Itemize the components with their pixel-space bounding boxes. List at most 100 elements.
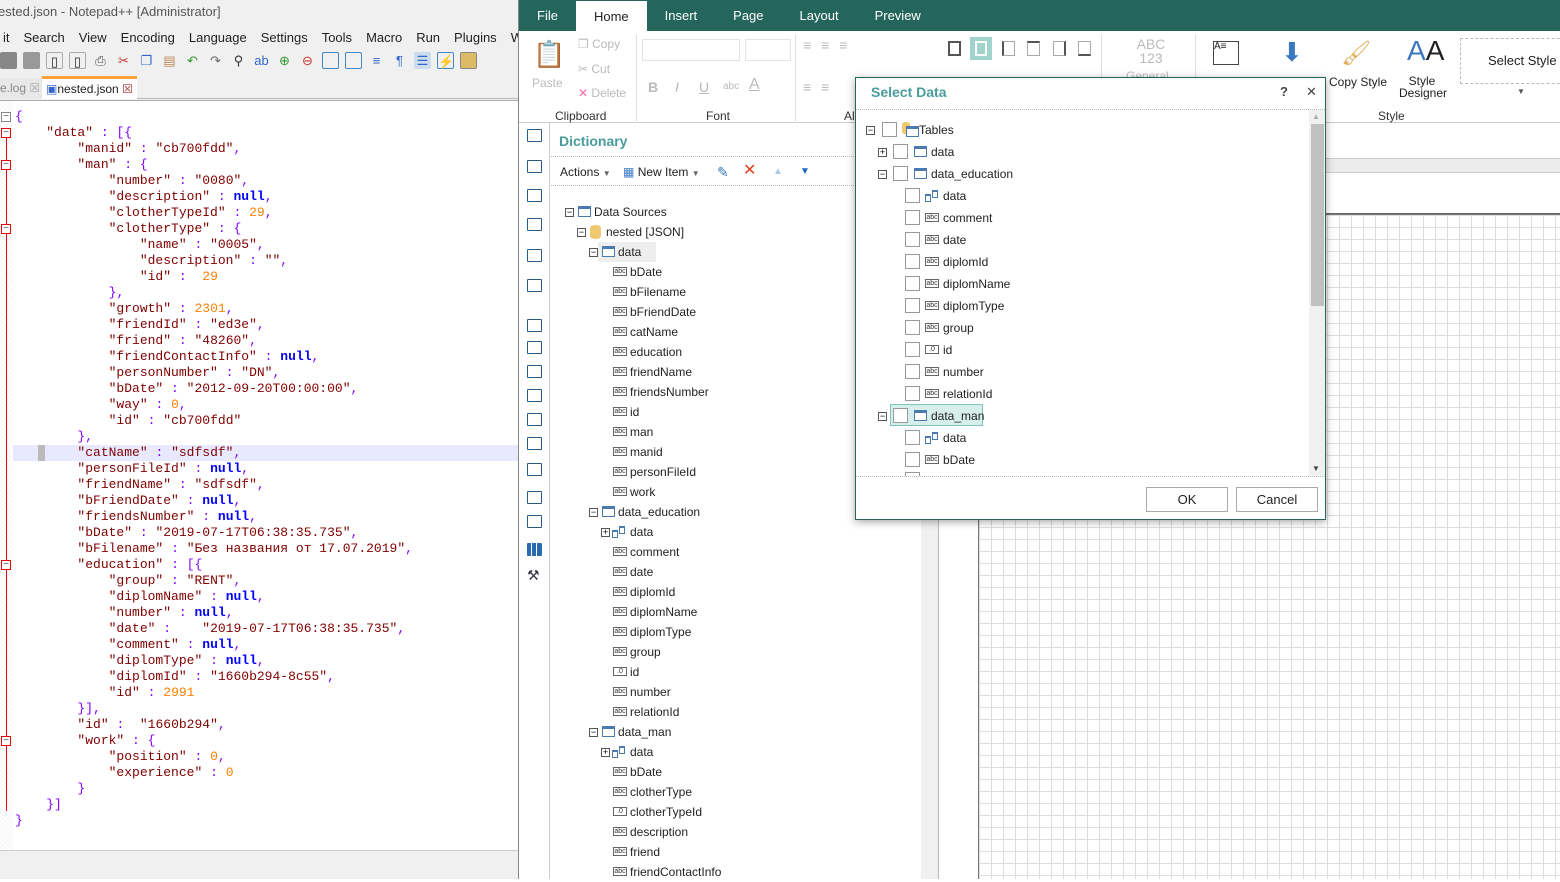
tree-item[interactable]: abc diplomName xyxy=(551,602,901,622)
tree-item[interactable]: data xyxy=(856,428,1296,448)
expand-icon[interactable]: + xyxy=(601,528,610,537)
italic-button[interactable]: I xyxy=(675,79,679,95)
move-down-icon[interactable]: ▼ xyxy=(800,162,810,182)
tree-item[interactable]: abc bDate xyxy=(551,762,901,782)
menu-item[interactable]: Encoding xyxy=(114,30,182,45)
tree-item[interactable]: abc relationId xyxy=(856,384,1296,404)
tree-item[interactable]: abc friendContactInfo xyxy=(551,862,901,882)
close-file-icon[interactable]: ▯ xyxy=(46,51,63,69)
help-button[interactable]: ? xyxy=(1280,84,1288,99)
menu-item[interactable]: it xyxy=(0,30,17,45)
tree-item[interactable]: abc diplomName xyxy=(856,274,1296,294)
checkbox[interactable] xyxy=(905,364,920,379)
zoom-in-icon[interactable]: ⊕ xyxy=(276,52,293,69)
menu-item[interactable]: Plugins xyxy=(447,30,504,45)
tree-item[interactable]: − data_education xyxy=(856,164,1296,184)
subreport-icon[interactable] xyxy=(527,463,542,476)
udl-icon[interactable]: ⚡ xyxy=(437,51,454,69)
tree-item[interactable]: abc group xyxy=(856,318,1296,338)
databand-icon[interactable] xyxy=(527,218,542,231)
fold-toggle-icon[interactable]: − xyxy=(1,112,11,122)
move-up-icon[interactable]: ▲ xyxy=(773,162,783,182)
tab-insert[interactable]: Insert xyxy=(647,0,716,31)
tree-item[interactable]: abc bDate xyxy=(551,262,901,282)
sync-v-icon[interactable] xyxy=(322,51,339,69)
new-item-menu[interactable]: ▦ New Item ▼ xyxy=(623,162,700,182)
checkbox[interactable] xyxy=(905,210,920,225)
checkbox[interactable] xyxy=(905,430,920,445)
tree-item[interactable]: + data xyxy=(856,142,1296,162)
tree-item[interactable]: .0 id xyxy=(551,662,901,682)
checkbox[interactable] xyxy=(905,452,920,467)
chevron-down-icon[interactable]: ▼ xyxy=(1517,87,1525,96)
tree-item[interactable]: − Tables xyxy=(856,120,1296,140)
panel2-icon[interactable] xyxy=(527,413,542,426)
tree-item[interactable]: − data_education xyxy=(551,502,901,522)
close-all-icon[interactable]: ▯ xyxy=(69,51,86,69)
copy-button[interactable]: ❐ Copy xyxy=(578,37,620,51)
word-wrap-icon[interactable]: ≡ xyxy=(368,52,385,69)
cross-band-icon[interactable] xyxy=(527,160,542,173)
tree-item[interactable]: abc personFileId xyxy=(551,462,901,482)
undo-icon[interactable]: ↶ xyxy=(184,52,201,69)
collapse-icon[interactable]: − xyxy=(589,508,598,517)
tree-item[interactable]: − data xyxy=(551,242,901,262)
menu-item[interactable]: Macro xyxy=(359,30,409,45)
select-style-gallery[interactable]: Select Style xyxy=(1460,38,1560,84)
tree-item[interactable]: − Data Sources xyxy=(551,202,901,222)
tree-item[interactable]: abc bDate xyxy=(856,450,1296,470)
tree-item[interactable]: abc friend xyxy=(551,842,901,862)
tree-item[interactable]: abc catName xyxy=(551,322,901,342)
collapse-icon[interactable]: − xyxy=(878,412,887,421)
copy-style-button[interactable]: Copy Style xyxy=(1329,75,1387,89)
doc-map-icon[interactable] xyxy=(460,51,477,69)
valign-buttons[interactable]: ≡≡ xyxy=(803,79,839,95)
tree-item[interactable]: abc comment xyxy=(551,542,901,562)
checkbox[interactable] xyxy=(905,342,920,357)
collapse-icon[interactable]: − xyxy=(577,228,586,237)
cancel-button[interactable]: Cancel xyxy=(1236,487,1318,512)
delete-button[interactable]: ✕ Delete xyxy=(578,86,626,100)
checkbox[interactable] xyxy=(905,188,920,203)
edit-icon[interactable]: ✎ xyxy=(717,162,729,182)
tab-nested-json[interactable]: ▣nested.json ☒ xyxy=(42,76,137,99)
text-format-icon[interactable]: A≡ xyxy=(1213,41,1239,65)
font-name-select[interactable] xyxy=(642,39,740,61)
checkbox[interactable] xyxy=(893,408,908,423)
collapse-icon[interactable]: − xyxy=(589,728,598,737)
border-bottom-icon[interactable] xyxy=(1078,41,1091,56)
sync-h-icon[interactable] xyxy=(345,51,362,69)
align-buttons[interactable]: ≡≡≡ xyxy=(803,37,858,53)
collapse-icon[interactable]: − xyxy=(866,126,875,135)
menu-item[interactable]: Run xyxy=(409,30,447,45)
expand-icon[interactable]: + xyxy=(878,148,887,157)
close-icon[interactable]: ☒ xyxy=(122,82,133,96)
checkbox[interactable] xyxy=(905,232,920,247)
replace-icon[interactable]: ab xyxy=(253,52,270,69)
tree-item[interactable]: .0 clotherTypeId xyxy=(551,802,901,822)
tab-layout[interactable]: Layout xyxy=(782,0,857,31)
menu-item[interactable]: Settings xyxy=(254,30,315,45)
tree-item[interactable]: abc man xyxy=(551,422,901,442)
tree-item[interactable]: abc date xyxy=(551,562,901,582)
menu-item[interactable]: Search xyxy=(17,30,72,45)
fold-toggle-icon[interactable]: − xyxy=(1,160,11,170)
tree-item[interactable]: abc diplomId xyxy=(551,582,901,602)
bold-button[interactable]: B xyxy=(648,79,658,95)
text-icon[interactable] xyxy=(527,319,542,332)
menu-item[interactable]: Window xyxy=(504,30,518,45)
tree-item[interactable]: abc bFriendDate xyxy=(551,302,901,322)
menu-item[interactable]: Language xyxy=(182,30,254,45)
tree-item[interactable]: abc number xyxy=(856,362,1296,382)
code-editor[interactable]: { "data" : [{ "manid" : "cb700fdd", "man… xyxy=(0,100,518,850)
checkbox[interactable] xyxy=(893,144,908,159)
redo-icon[interactable]: ↷ xyxy=(207,52,224,69)
tree-item[interactable]: abc comment xyxy=(856,208,1296,228)
tree-item[interactable]: abc friendName xyxy=(551,362,901,382)
menu-item[interactable]: View xyxy=(72,30,114,45)
border-left-icon[interactable] xyxy=(1002,41,1015,56)
border-top-icon[interactable] xyxy=(1027,41,1040,56)
fold-toggle-icon[interactable]: − xyxy=(1,560,11,570)
font-size-select[interactable] xyxy=(745,39,791,61)
tree-item[interactable]: abc date xyxy=(856,230,1296,250)
